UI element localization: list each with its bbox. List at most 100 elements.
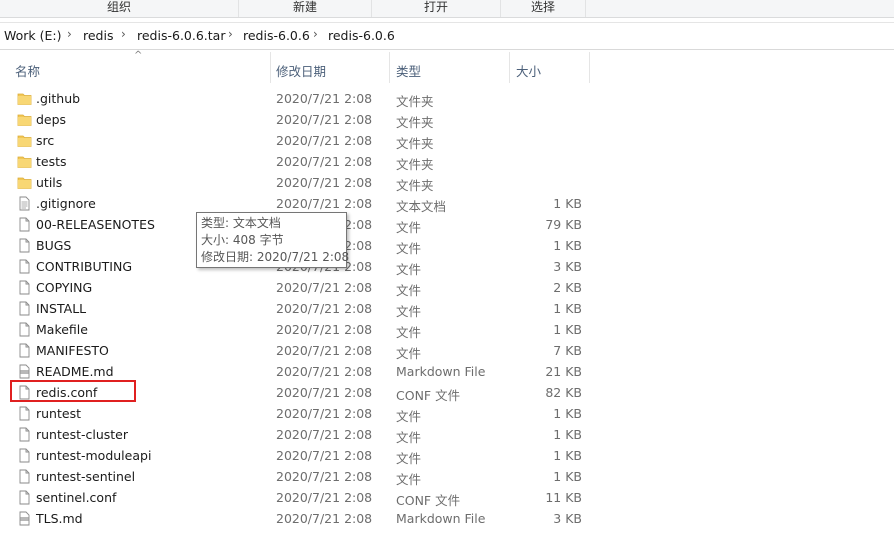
column-divider[interactable] (509, 52, 510, 83)
file-modified: 2020/7/21 2:08 (276, 448, 373, 463)
file-modified: 2020/7/21 2:08 (276, 133, 373, 148)
file-type: 文件 (396, 430, 422, 445)
file-size: 2 KB (553, 280, 582, 295)
file-type: 文件 (396, 451, 422, 466)
column-divider[interactable] (389, 52, 390, 83)
file-icon (17, 217, 32, 232)
file-name: README.md (36, 364, 114, 379)
ribbon-group-open[interactable]: 打开 (372, 0, 501, 17)
file-modified: 2020/7/21 2:08 (276, 427, 373, 442)
file-row[interactable]: INSTALL 2020/7/21 2:08 文件 1 KB (0, 298, 894, 319)
file-modified: 2020/7/21 2:08 (276, 343, 373, 358)
chevron-right-icon[interactable]: › (313, 27, 318, 41)
tooltip-size: 大小: 408 字节 (201, 233, 284, 247)
file-row[interactable]: COPYING 2020/7/21 2:08 文件 2 KB (0, 277, 894, 298)
breadcrumb-item[interactable]: redis-6.0.6 (243, 28, 310, 43)
column-header-name[interactable]: 名称 (15, 61, 40, 80)
file-modified: 2020/7/21 2:08 (276, 91, 373, 106)
file-modified: 2020/7/21 2:08 (276, 490, 373, 505)
chevron-right-icon[interactable]: › (121, 27, 126, 41)
file-row[interactable]: deps 2020/7/21 2:08 文件夹 (0, 109, 894, 130)
file-name: runtest-cluster (36, 427, 129, 442)
file-icon (17, 448, 32, 463)
file-size: 1 KB (553, 196, 582, 211)
file-list: .github 2020/7/21 2:08 文件夹 deps 2020/7/21 2:… (0, 88, 894, 529)
file-name: sentinel.conf (36, 490, 117, 505)
file-icon (17, 490, 32, 505)
breadcrumb-item[interactable]: Work (E:) (4, 28, 62, 43)
file-icon (17, 259, 32, 274)
file-icon (17, 280, 32, 295)
file-row[interactable]: Makefile 2020/7/21 2:08 文件 1 KB (0, 319, 894, 340)
file-type: CONF 文件 (396, 493, 461, 508)
file-row[interactable]: MANIFESTO 2020/7/21 2:08 文件 7 KB (0, 340, 894, 361)
file-modified: 2020/7/21 2:08 (276, 196, 373, 211)
file-type: 文件夹 (396, 178, 434, 193)
column-divider[interactable] (589, 52, 590, 83)
file-type: 文件 (396, 409, 422, 424)
file-row[interactable]: runtest 2020/7/21 2:08 文件 1 KB (0, 403, 894, 424)
ribbon-group-label: 打开 (423, 0, 448, 14)
ribbon-group-label: 选择 (530, 0, 555, 14)
ribbon-group-new[interactable]: 新建 (239, 0, 372, 17)
file-icon (17, 427, 32, 442)
chevron-right-icon[interactable]: › (228, 27, 233, 41)
breadcrumb-item[interactable]: redis-6.0.6 (328, 28, 395, 43)
breadcrumb-item[interactable]: redis-6.0.6.tar (137, 28, 225, 43)
file-row[interactable]: sentinel.conf 2020/7/21 2:08 CONF 文件 11 KB (0, 487, 894, 508)
address-bar[interactable]: Work (E:) › redis › redis-6.0.6.tar › re… (0, 22, 894, 50)
file-type: Markdown File (396, 511, 486, 526)
file-row[interactable]: CONTRIBUTING2020/7/21 2:08文件3 KB (0, 256, 894, 277)
column-divider[interactable] (270, 52, 271, 83)
file-size: 3 KB (553, 259, 582, 274)
file-type: 文件 (396, 472, 422, 487)
ribbon-group-select[interactable]: 选择 (501, 0, 586, 17)
file-name: deps (36, 112, 67, 127)
folder-icon (17, 175, 32, 190)
file-icon (17, 469, 32, 484)
column-header-type[interactable]: 类型 (396, 61, 421, 80)
file-name: 00-RELEASENOTES (36, 217, 155, 232)
chevron-right-icon[interactable]: › (67, 27, 72, 41)
file-row[interactable]: .github 2020/7/21 2:08 文件夹 (0, 88, 894, 109)
file-row[interactable]: README.md 2020/7/21 2:08 Markdown File 21 K… (0, 361, 894, 382)
file-row[interactable]: utils 2020/7/21 2:08 文件夹 (0, 172, 894, 193)
file-name: .github (36, 91, 81, 106)
column-header-size[interactable]: 大小 (516, 61, 541, 80)
text-file-icon (17, 196, 32, 211)
column-header-modified[interactable]: 修改日期 (276, 61, 326, 80)
folder-icon (17, 133, 32, 148)
ribbon-group-label: 新建 (292, 0, 317, 14)
breadcrumb-item[interactable]: redis (83, 28, 113, 43)
file-row[interactable]: .gitignore 2020/7/21 2:08 文本文档 1 KB (0, 193, 894, 214)
file-name: TLS.md (36, 511, 83, 526)
file-row[interactable]: runtest-cluster 2020/7/21 2:08 文件 1 KB (0, 424, 894, 445)
file-name: BUGS (36, 238, 72, 253)
highlight-box (10, 380, 136, 402)
file-modified: 2020/7/21 2:08 (276, 385, 373, 400)
file-size: 11 KB (545, 490, 582, 505)
file-size: 1 KB (553, 448, 582, 463)
file-type: Markdown File (396, 364, 486, 379)
file-row[interactable]: src 2020/7/21 2:08 文件夹 (0, 130, 894, 151)
file-row[interactable]: tests 2020/7/21 2:08 文件夹 (0, 151, 894, 172)
file-row[interactable]: 00-RELEASENOTES2020/7/21 2:08文件79 KB (0, 214, 894, 235)
file-type: 文件夹 (396, 94, 434, 109)
file-row[interactable]: TLS.md 2020/7/21 2:08 Markdown File 3 KB (0, 508, 894, 529)
file-size: 3 KB (553, 511, 582, 526)
file-type: 文件夹 (396, 115, 434, 130)
file-type: 文件 (396, 346, 422, 361)
file-size: 1 KB (553, 238, 582, 253)
tooltip-modified: 修改日期: 2020/7/21 2:08 (201, 250, 350, 264)
ribbon-toolbar: 组织 新建 打开 选择 (0, 0, 894, 18)
column-header-row: ^ 名称 修改日期 类型 大小 (0, 50, 894, 83)
file-type: 文件 (396, 304, 422, 319)
file-row[interactable]: runtest-sentinel 2020/7/21 2:08 文件 1 KB (0, 466, 894, 487)
ribbon-group-organize[interactable]: 组织 (0, 0, 239, 17)
file-row[interactable]: BUGS2020/7/21 2:08文件1 KB (0, 235, 894, 256)
folder-icon (17, 154, 32, 169)
file-row[interactable]: runtest-moduleapi 2020/7/21 2:08 文件 1 KB (0, 445, 894, 466)
file-modified: 2020/7/21 2:08 (276, 280, 373, 295)
file-modified: 2020/7/21 2:08 (276, 511, 373, 526)
folder-icon (17, 91, 32, 106)
